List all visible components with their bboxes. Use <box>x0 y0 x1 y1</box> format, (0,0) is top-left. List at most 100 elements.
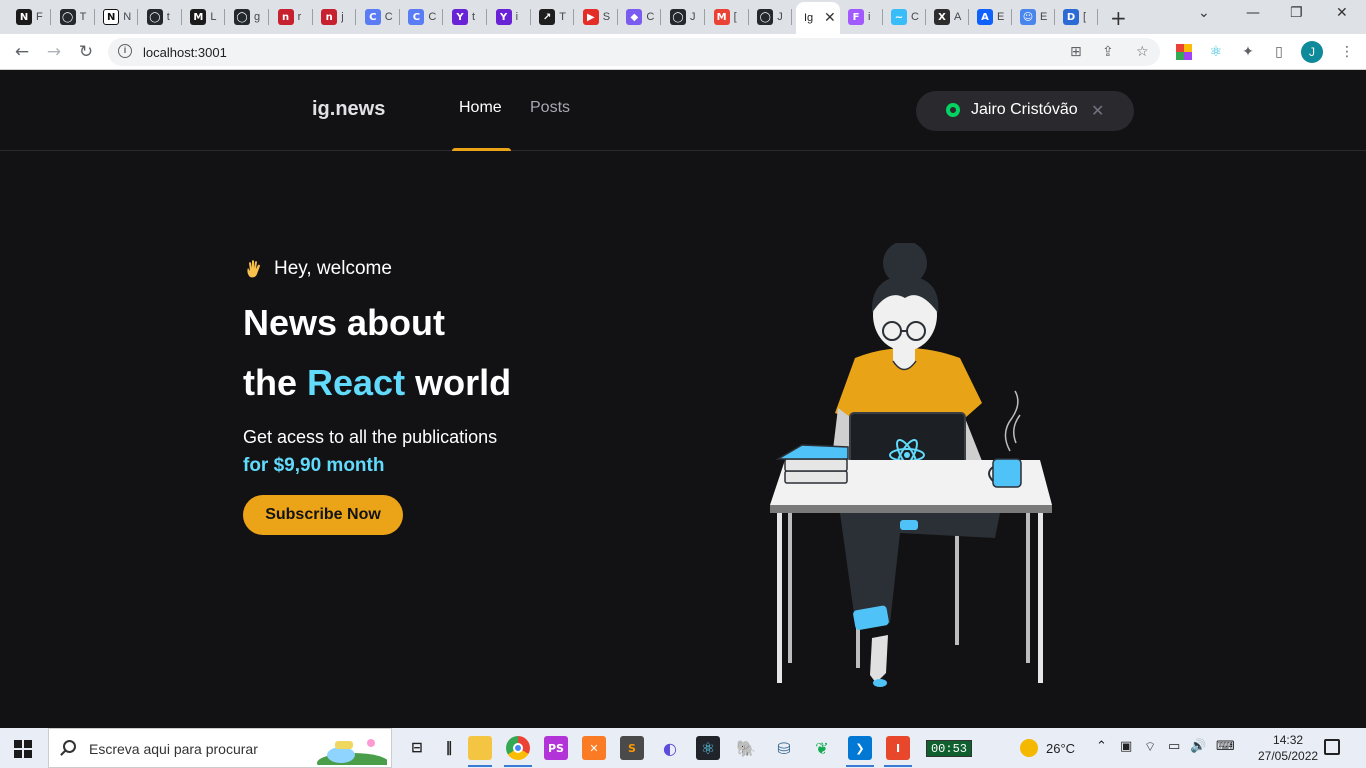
back-icon[interactable]: ← <box>10 40 34 64</box>
title-react-accent: React <box>307 362 406 403</box>
react-app-icon[interactable]: ⚛ <box>696 736 720 760</box>
sublime-text-icon[interactable]: S <box>620 736 644 760</box>
browser-tab[interactable]: Yi <box>488 4 526 30</box>
browser-tab[interactable]: M[ <box>706 4 744 30</box>
battery-icon[interactable]: ▭ <box>1168 739 1180 754</box>
vscode-indicator <box>846 765 874 767</box>
tab-favicon-icon: C <box>364 9 381 25</box>
tab-favicon-icon: M <box>190 9 207 25</box>
tab-title: t <box>472 11 476 23</box>
sign-out-icon[interactable]: ✕ <box>1091 101 1104 120</box>
minimize-icon[interactable]: — <box>1246 5 1260 21</box>
signin-button[interactable]: Jairo Cristóvão ✕ <box>916 91 1134 131</box>
url-text[interactable]: localhost:3001 <box>143 45 227 60</box>
browser-tab[interactable]: Fi <box>840 4 878 30</box>
browser-tab[interactable]: ◯ T <box>52 4 90 30</box>
browser-tab[interactable]: ◯ J <box>662 4 700 30</box>
new-tab-button[interactable]: + <box>1110 6 1127 30</box>
notifications-icon[interactable] <box>1324 739 1340 755</box>
profile-avatar[interactable]: J <box>1301 41 1323 63</box>
translate-icon[interactable]: ⊞ <box>1070 44 1082 60</box>
browser-tab[interactable]: ↗ T <box>531 4 569 30</box>
meet-now-icon[interactable]: ▣ <box>1120 739 1132 754</box>
browser-tab[interactable]: ◯ J <box>749 4 787 30</box>
reload-icon[interactable]: ↻ <box>74 40 98 64</box>
vscode-icon[interactable]: ❯ <box>848 736 872 760</box>
nav-posts-link[interactable]: Posts <box>530 99 570 117</box>
pgadmin-icon[interactable]: ⛁ <box>772 736 796 760</box>
xampp-icon[interactable]: ✕ <box>582 736 606 760</box>
taskbar-search-placeholder: Escreva aqui para procurar <box>89 741 258 757</box>
browser-tab[interactable]: ◯ t <box>139 4 177 30</box>
tab-favicon-icon: A <box>977 9 993 25</box>
wifi-icon[interactable]: ⌔ <box>1144 739 1156 755</box>
tray-overflow-icon[interactable]: ⌃ <box>1096 739 1107 754</box>
phpstorm-icon[interactable]: PS <box>544 736 568 760</box>
file-explorer-icon[interactable] <box>468 736 492 760</box>
close-tab-icon[interactable]: ✕ <box>824 10 836 26</box>
browser-tab[interactable]: nj <box>313 4 351 30</box>
tab-title: E <box>997 11 1005 23</box>
tab-title: [ <box>1083 11 1087 23</box>
windows-start-icon[interactable] <box>14 740 32 758</box>
tab-separator <box>791 9 793 25</box>
browser-tab[interactable]: AE <box>969 4 1007 30</box>
share-icon[interactable]: ⇪ <box>1102 44 1114 60</box>
side-panel-icon[interactable]: ▯ <box>1270 43 1288 61</box>
tab-favicon-icon: M <box>713 9 730 25</box>
site-info-icon[interactable]: i <box>118 44 132 58</box>
browser-tab[interactable]: ~ C <box>883 4 921 30</box>
mongodb-icon[interactable]: ❦ <box>810 736 834 760</box>
browser-tab[interactable]: D[ <box>1055 4 1093 30</box>
taskbar-clock[interactable]: 14:32 27/05/2022 <box>1258 732 1318 764</box>
browser-tab[interactable]: ◯ g <box>226 4 264 30</box>
close-window-icon[interactable]: ✕ <box>1336 5 1348 21</box>
tab-title: j <box>341 11 344 23</box>
tab-title: r <box>297 11 302 23</box>
tab-title: i <box>515 11 519 23</box>
bookmark-star-icon[interactable]: ☆ <box>1136 44 1149 60</box>
insomnia-icon[interactable]: I <box>886 736 910 760</box>
weather-sun-icon <box>1020 739 1038 757</box>
tab-title: Ig <box>804 12 814 24</box>
browser-tab[interactable]: Yt <box>444 4 482 30</box>
dark-moon-app-icon[interactable]: ◐ <box>658 736 682 760</box>
extension-color-icon[interactable] <box>1175 43 1193 61</box>
restore-icon[interactable]: ❐ <box>1290 5 1303 21</box>
task-view-icon[interactable]: ⊟ <box>405 736 429 760</box>
browser-tab[interactable]: ML <box>182 4 220 30</box>
app-logo[interactable]: ig.news <box>312 98 385 121</box>
browser-tab[interactable]: ▶ S <box>575 4 613 30</box>
tab-active-ignews[interactable]: Ig ✕ <box>796 2 840 34</box>
browser-tab[interactable]: nr <box>270 4 308 30</box>
extensions-puzzle-icon[interactable]: ✦ <box>1239 43 1257 61</box>
forward-icon[interactable]: → <box>42 40 66 64</box>
tab-favicon-icon: Y <box>452 9 468 25</box>
tab-favicon-icon: ▶ <box>582 9 599 25</box>
tab-search-icon[interactable]: ⌄ <box>1198 5 1210 21</box>
browser-tab[interactable]: XA <box>926 4 964 30</box>
address-bar[interactable]: i localhost:3001 ⊞ ⇪ ☆ <box>108 38 1160 66</box>
browser-tab[interactable]: CC <box>357 4 395 30</box>
postgres-elephant-icon[interactable]: 🐘 <box>734 736 758 760</box>
widgets-divider-icon[interactable]: ‖ <box>437 736 461 760</box>
chrome-icon[interactable] <box>506 736 530 760</box>
browser-tab[interactable]: ◆ C <box>618 4 656 30</box>
browser-tab[interactable]: CC <box>400 4 438 30</box>
weather-widget[interactable]: 26°C <box>1020 739 1075 757</box>
github-icon <box>946 103 960 117</box>
tab-favicon-icon: ◯ <box>146 9 163 25</box>
react-devtools-icon[interactable]: ⚛ <box>1207 43 1225 61</box>
keyboard-icon[interactable]: ⌨ <box>1216 739 1235 754</box>
tab-favicon-icon: ☺ <box>1020 9 1036 25</box>
subscribe-now-button[interactable]: Subscribe Now <box>243 495 403 535</box>
menu-kebab-icon[interactable]: ⋮ <box>1338 43 1356 61</box>
taskbar-search-box[interactable]: Escreva aqui para procurar <box>48 728 392 768</box>
nav-home-link[interactable]: Home <box>459 99 502 117</box>
timer-widget[interactable]: 00:53 <box>926 740 972 757</box>
browser-tab[interactable]: NN <box>95 4 133 30</box>
tab-favicon-icon: D <box>1063 9 1079 25</box>
volume-icon[interactable]: 🔊 <box>1190 739 1206 754</box>
browser-tab[interactable]: ☺ E <box>1012 4 1050 30</box>
browser-tab[interactable]: NF <box>8 4 46 30</box>
